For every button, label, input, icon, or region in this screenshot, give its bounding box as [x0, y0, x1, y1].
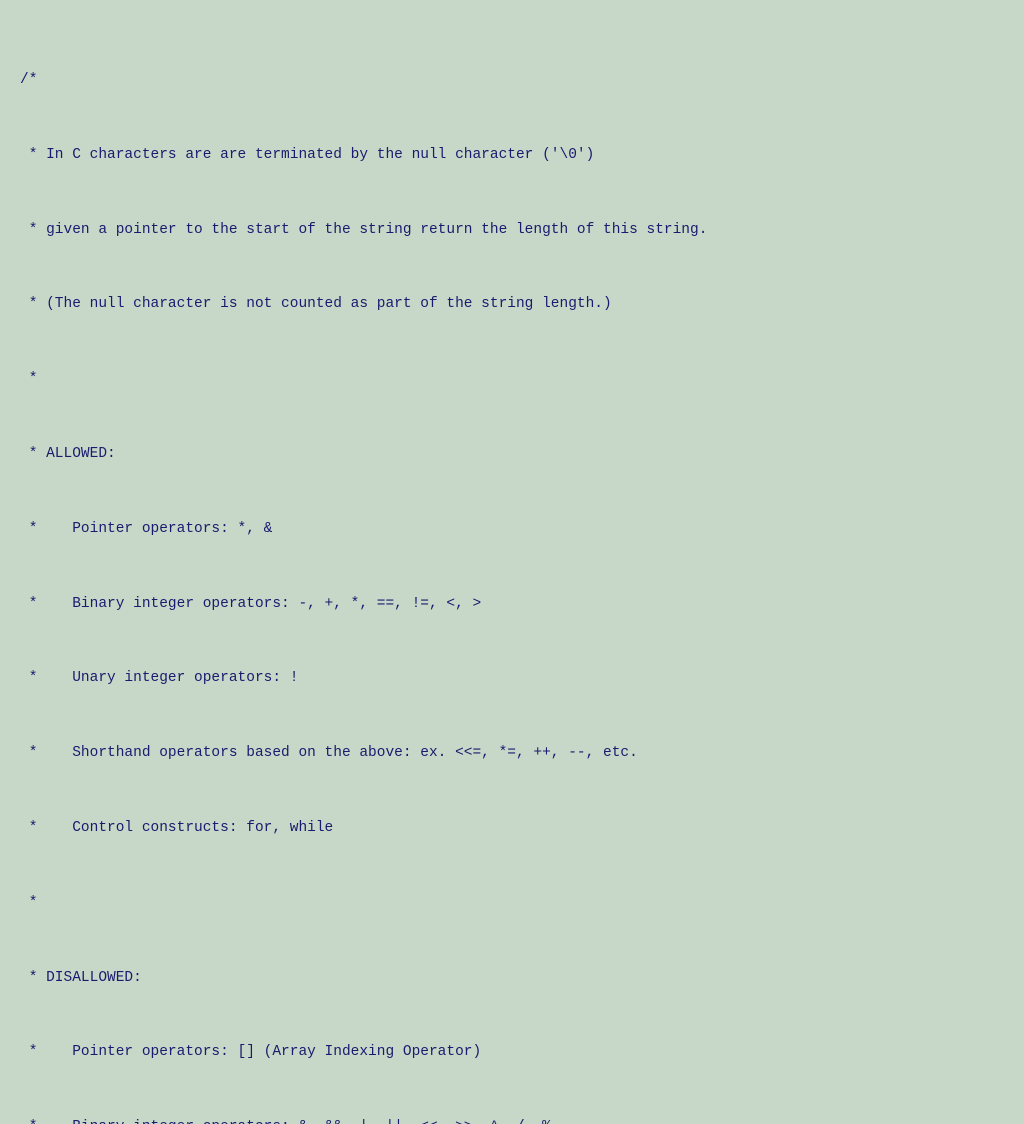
line-2: * In C characters are are terminated by …	[20, 143, 1004, 168]
code-container: /* * In C characters are are terminated …	[0, 0, 1024, 562]
line-10: * Shorthand operators based on the above…	[20, 741, 1004, 766]
line-1: /*	[20, 68, 1004, 93]
line-3: * given a pointer to the start of the st…	[20, 218, 1004, 243]
code-block: /* * In C characters are are terminated …	[20, 18, 1004, 1124]
line-12: *	[20, 891, 1004, 916]
line-15: * Binary integer operators: &, &&, |, ||…	[20, 1115, 1004, 1124]
line-7: * Pointer operators: *, &	[20, 517, 1004, 542]
line-6: * ALLOWED:	[20, 442, 1004, 467]
line-11: * Control constructs: for, while	[20, 816, 1004, 841]
line-13: * DISALLOWED:	[20, 966, 1004, 991]
line-8: * Binary integer operators: -, +, *, ==,…	[20, 592, 1004, 617]
line-5: *	[20, 367, 1004, 392]
line-9: * Unary integer operators: !	[20, 666, 1004, 691]
line-4: * (The null character is not counted as …	[20, 292, 1004, 317]
line-14: * Pointer operators: [] (Array Indexing …	[20, 1040, 1004, 1065]
